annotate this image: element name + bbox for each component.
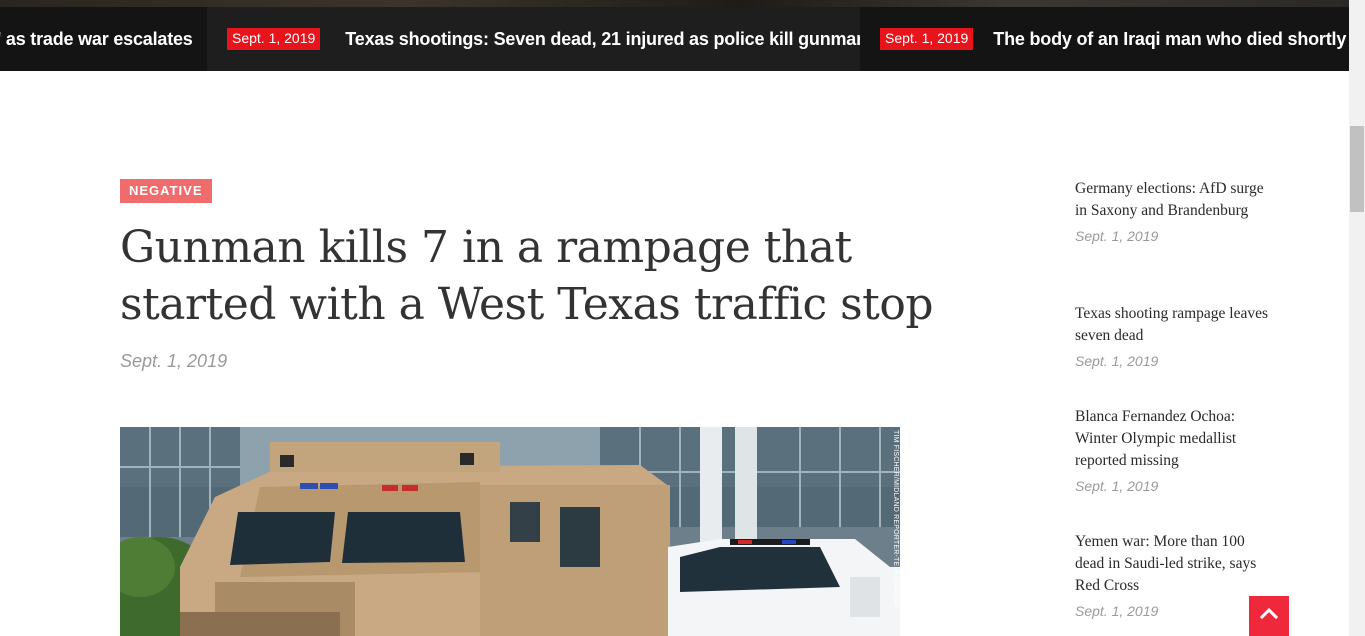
chevron-up-icon (1259, 607, 1279, 620)
related-story-date: Sept. 1, 2019 (1075, 228, 1159, 244)
related-story-title[interactable]: Yemen war: More than 100 dead in Saudi-l… (1075, 531, 1275, 597)
news-ticker: ' as trade war escalates Sept. 1, 2019 T… (0, 0, 1349, 71)
related-story-date: Sept. 1, 2019 (1075, 478, 1159, 494)
ticker-background-image (0, 0, 1349, 7)
image-credit: TIM FISCHER/MIDLAND REPORTER-TELEGRAM/AP (892, 430, 899, 610)
related-story-title[interactable]: Blanca Fernandez Ochoa: Winter Olympic m… (1075, 406, 1275, 472)
related-story[interactable]: Texas shooting rampage leaves seven dead… (1075, 303, 1275, 369)
ticker-item[interactable]: Sept. 1, 2019 Texas shootings: Seven dea… (207, 7, 867, 71)
related-story-title[interactable]: Germany elections: AfD surge in Saxony a… (1075, 178, 1275, 222)
related-story-date: Sept. 1, 2019 (1075, 603, 1159, 619)
ticker-item[interactable]: ' as trade war escalates (0, 7, 207, 71)
related-story[interactable]: Yemen war: More than 100 dead in Saudi-l… (1075, 531, 1275, 619)
ticker-item[interactable]: Sept. 1, 2019 The body of an Iraqi man w… (860, 7, 1349, 71)
ticker-item-title: Texas shootings: Seven dead, 21 injured … (345, 28, 867, 49)
ticker-item-title: The body of an Iraqi man who died shortl… (993, 28, 1349, 49)
ticker-item-date: Sept. 1, 2019 (880, 28, 974, 50)
armored-vehicle-photo (120, 427, 900, 636)
article-headline: Gunman kills 7 in a rampage that started… (120, 222, 934, 330)
back-to-top-button[interactable] (1249, 596, 1289, 636)
related-story[interactable]: Blanca Fernandez Ochoa: Winter Olympic m… (1075, 406, 1275, 494)
article-category-tag[interactable]: NEGATIVE (120, 179, 212, 203)
related-story[interactable]: Germany elections: AfD surge in Saxony a… (1075, 178, 1275, 244)
ticker-item-date: Sept. 1, 2019 (227, 28, 321, 50)
article-hero-image (120, 427, 900, 636)
article-date: Sept. 1, 2019 (120, 351, 228, 371)
related-story-title[interactable]: Texas shooting rampage leaves seven dead (1075, 303, 1275, 347)
page-scrollbar[interactable] (1349, 0, 1365, 636)
scrollbar-thumb[interactable] (1350, 126, 1364, 212)
related-story-date: Sept. 1, 2019 (1075, 353, 1159, 369)
ticker-item-title: ' as trade war escalates (0, 28, 193, 49)
